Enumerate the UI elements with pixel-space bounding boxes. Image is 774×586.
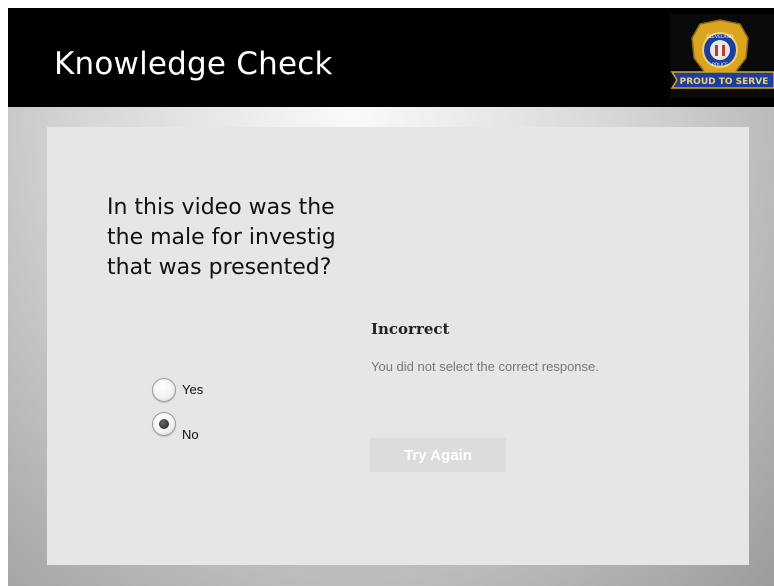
question-line: the male for investig (107, 225, 336, 250)
feedback-title: Incorrect (371, 320, 450, 338)
choice-label-no: No (182, 426, 199, 442)
police-badge-icon: CLEVELAND POLICE PROUD TO SERVE (670, 14, 774, 98)
slide-title: Knowledge Check (54, 46, 333, 82)
badge-text-bottom: POLICE (712, 62, 728, 68)
question-text: In this video was the the male for inves… (107, 193, 343, 303)
yes-radio-icon[interactable] (152, 378, 176, 402)
question-line: that was presented? (107, 255, 332, 280)
choice-yes[interactable]: Yes (152, 378, 203, 402)
choice-no[interactable]: No (152, 412, 199, 442)
question-line: In this video was the (107, 195, 335, 220)
question-panel: In this video was the the male for inves… (47, 127, 749, 565)
badge-text-top: CLEVELAND (707, 34, 734, 40)
badge-banner-text: PROUD TO SERVE (680, 77, 769, 87)
choice-label-yes: Yes (182, 381, 204, 397)
no-radio-icon[interactable] (152, 412, 176, 436)
try-again-button[interactable]: Try Again (370, 438, 506, 472)
feedback-message: You did not select the correct response. (371, 359, 599, 374)
slide-header: Knowledge Check (8, 8, 774, 107)
